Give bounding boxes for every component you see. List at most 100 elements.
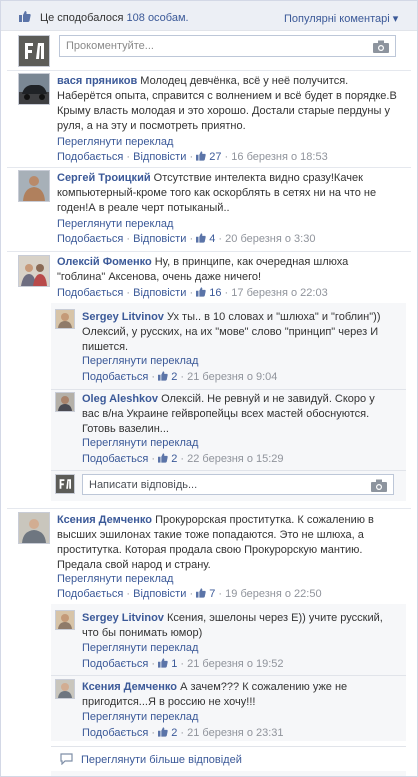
- avatar[interactable]: [18, 170, 50, 202]
- timestamp[interactable]: 21 березня о 9:04: [187, 371, 277, 383]
- separator: ·: [151, 658, 156, 670]
- comments-panel: Це сподобалося 108 особам. Популярні ком…: [0, 0, 418, 777]
- reply-button[interactable]: Відповісти: [133, 151, 186, 163]
- comment-author[interactable]: Олексій Фоменко: [57, 256, 152, 268]
- separator: ·: [180, 371, 185, 383]
- divider: [51, 675, 406, 676]
- site-logo-icon: [56, 475, 74, 493]
- person-photo-icon: [56, 680, 74, 698]
- avatar[interactable]: [55, 309, 75, 329]
- translate-link[interactable]: Переглянути переклад: [82, 437, 198, 449]
- comment-text: Олексій Фоменко Ну, в принципе, как очер…: [57, 255, 387, 285]
- translate-link[interactable]: Переглянути переклад: [57, 136, 173, 148]
- avatar[interactable]: [18, 512, 50, 544]
- divider: [51, 389, 406, 390]
- separator: ·: [151, 453, 156, 465]
- reply-input[interactable]: Написати відповідь...: [82, 474, 394, 495]
- like-count[interactable]: 2: [171, 371, 177, 383]
- thumbs-up-icon: [196, 233, 206, 243]
- avatar: [18, 35, 50, 67]
- thumbs-up-icon: [158, 371, 168, 381]
- reply-author[interactable]: Oleg Aleshkov: [82, 393, 158, 405]
- separator: ·: [189, 588, 194, 600]
- like-button[interactable]: Подобається: [82, 453, 148, 465]
- site-logo-icon: [19, 36, 49, 66]
- thumbs-up-icon: [158, 727, 168, 737]
- like-count[interactable]: 16: [209, 287, 221, 299]
- timestamp[interactable]: 19 березня о 22:50: [225, 588, 321, 600]
- reply-button[interactable]: Відповісти: [133, 588, 186, 600]
- like-count[interactable]: 2: [171, 727, 177, 739]
- camera-icon[interactable]: [371, 479, 387, 492]
- like-button[interactable]: Подобається: [57, 233, 123, 245]
- reply-button[interactable]: Відповісти: [133, 287, 186, 299]
- reply-input-placeholder: Написати відповідь...: [89, 479, 198, 491]
- thumbs-up-icon[interactable]: [19, 11, 31, 22]
- like-count[interactable]: 2: [171, 453, 177, 465]
- thumbs-up-icon: [158, 453, 168, 463]
- like-button[interactable]: Подобається: [82, 727, 148, 739]
- like-button[interactable]: Подобається: [82, 371, 148, 383]
- sort-dropdown[interactable]: Популярні коментарі ▾: [284, 12, 398, 25]
- like-button[interactable]: Подобається: [57, 151, 123, 163]
- like-count[interactable]: 27: [209, 151, 221, 163]
- reply-author[interactable]: Sergey Litvinov: [82, 612, 164, 624]
- timestamp[interactable]: 17 березня о 22:03: [231, 287, 327, 299]
- reply-actions: Подобається · 2 · 21 березня о 23:31: [82, 727, 284, 739]
- comment-author[interactable]: Сергей Троицкий: [57, 172, 151, 184]
- likes-label: Це сподобалося: [40, 12, 124, 24]
- separator: ·: [218, 588, 223, 600]
- comment-author[interactable]: вася пряников: [57, 75, 137, 87]
- translate-link[interactable]: Переглянути переклад: [57, 218, 173, 230]
- like-count[interactable]: 7: [209, 588, 215, 600]
- replies-container: Sergey Litvinov Ух ты.. в 10 словах и "ш…: [51, 303, 406, 501]
- divider: [51, 746, 406, 747]
- translate-link[interactable]: Переглянути переклад: [57, 573, 173, 585]
- translate-link[interactable]: Переглянути переклад: [82, 642, 198, 654]
- comment-input-placeholder: Прокоментуйте...: [66, 40, 154, 52]
- avatar[interactable]: [18, 73, 50, 105]
- like-count[interactable]: 4: [209, 233, 215, 245]
- timestamp[interactable]: 20 березня о 3:30: [225, 233, 315, 245]
- timestamp[interactable]: 21 березня о 23:31: [187, 727, 283, 739]
- reply-text: Oleg Aleshkov Олексій. Не ревнуй и не за…: [82, 392, 390, 437]
- comment-author[interactable]: Ксения Демченко: [57, 514, 152, 526]
- separator: ·: [224, 287, 229, 299]
- likes-count-link[interactable]: 108 особам.: [127, 12, 189, 24]
- like-button[interactable]: Подобається: [82, 658, 148, 670]
- timestamp[interactable]: 21 березня о 19:52: [187, 658, 283, 670]
- person-photo-icon: [56, 393, 74, 411]
- reply-actions: Подобається · 1 · 21 березня о 19:52: [82, 658, 284, 670]
- comment-text: Ксения Демченко Прокурорская проститутка…: [57, 513, 387, 573]
- person-photo-icon: [19, 513, 49, 543]
- timestamp[interactable]: 16 березня о 18:53: [231, 151, 327, 163]
- comment-actions: Подобається · Відповісти · 27 · 16 берез…: [57, 151, 328, 163]
- like-button[interactable]: Подобається: [57, 588, 123, 600]
- avatar[interactable]: [55, 610, 75, 630]
- comment-input[interactable]: Прокоментуйте...: [59, 35, 396, 57]
- camera-icon[interactable]: [373, 40, 389, 53]
- reply-text: Ксения Демченко А зачем??? К сожалению у…: [82, 680, 382, 710]
- translate-link[interactable]: Переглянути переклад: [82, 711, 198, 723]
- car-photo-icon: [19, 74, 49, 104]
- reply-button[interactable]: Відповісти: [133, 233, 186, 245]
- avatar[interactable]: [18, 255, 50, 287]
- avatar[interactable]: [55, 679, 75, 699]
- view-more-replies-link[interactable]: Переглянути більше відповідей: [81, 754, 242, 766]
- like-count[interactable]: 1: [171, 658, 177, 670]
- avatar[interactable]: [55, 392, 75, 412]
- person-photo-icon: [56, 611, 74, 629]
- thumbs-up-icon: [196, 287, 206, 297]
- reply-author[interactable]: Sergey Litvinov: [82, 311, 164, 323]
- separator: ·: [180, 658, 185, 670]
- timestamp[interactable]: 22 березня о 15:29: [187, 453, 283, 465]
- likes-summary: Це сподобалося 108 особам.: [40, 12, 189, 24]
- like-button[interactable]: Подобається: [57, 287, 123, 299]
- separator: ·: [151, 371, 156, 383]
- separator: ·: [189, 287, 194, 299]
- divider: [51, 470, 406, 471]
- translate-link[interactable]: Переглянути переклад: [82, 355, 198, 367]
- avatar: [55, 474, 75, 494]
- reply-author[interactable]: Ксения Демченко: [82, 681, 177, 693]
- comment-text: Сергей Троицкий Отсутствие интелекта вид…: [57, 171, 401, 216]
